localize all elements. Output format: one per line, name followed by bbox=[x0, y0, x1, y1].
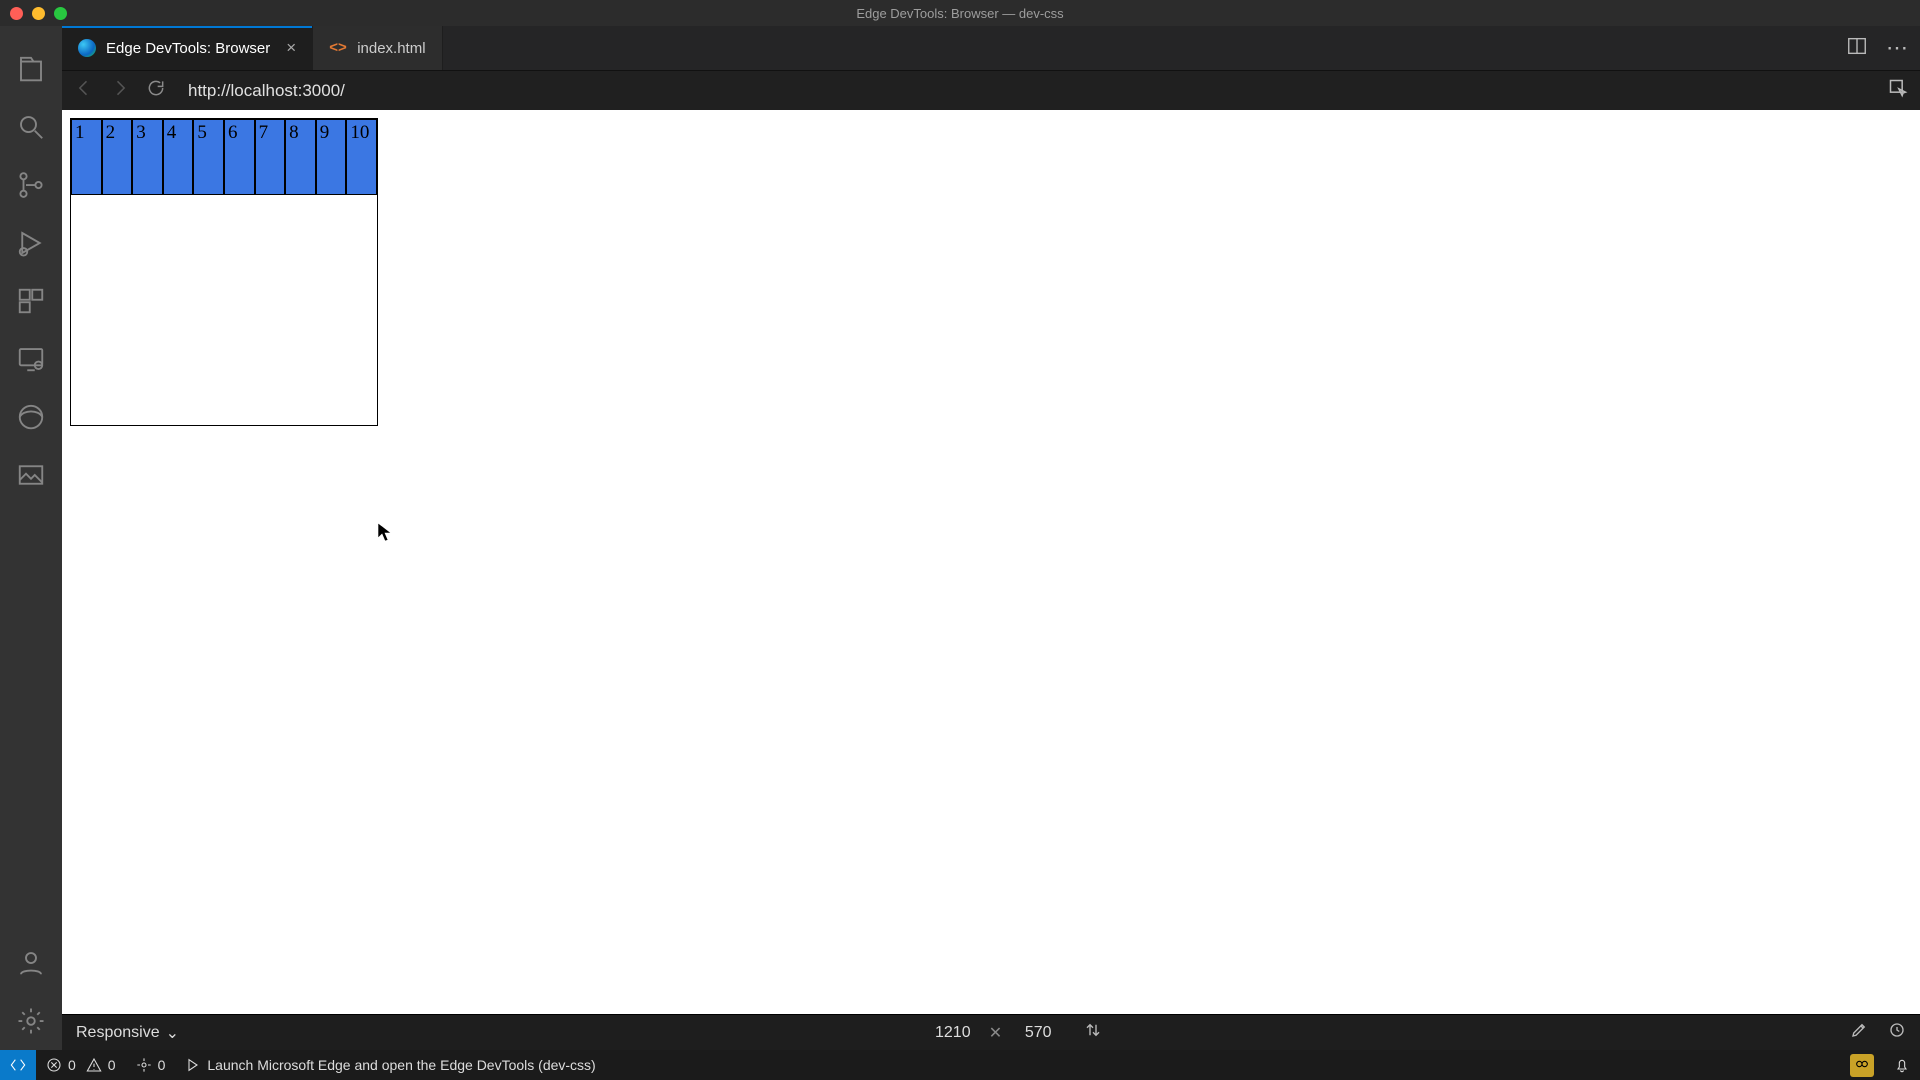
inspect-element-icon[interactable] bbox=[1888, 78, 1908, 103]
remote-explorer-icon[interactable] bbox=[14, 342, 48, 376]
viewport-dimensions: ✕ bbox=[927, 1021, 1102, 1044]
html-file-icon: <> bbox=[329, 39, 347, 57]
minimize-window-button[interactable] bbox=[32, 7, 45, 20]
grid-cell: 9 bbox=[316, 119, 347, 195]
launch-config-label: Launch Microsoft Edge and open the Edge … bbox=[207, 1057, 595, 1073]
extensions-icon[interactable] bbox=[14, 284, 48, 318]
ports-indicator[interactable]: 0 bbox=[126, 1057, 176, 1073]
outer-box: 1 2 3 4 5 6 7 8 9 10 bbox=[70, 118, 378, 426]
back-button[interactable] bbox=[74, 78, 94, 103]
explorer-icon[interactable] bbox=[14, 52, 48, 86]
notifications-bell-icon[interactable] bbox=[1884, 1057, 1920, 1073]
browser-viewport[interactable]: 1 2 3 4 5 6 7 8 9 10 bbox=[62, 110, 1920, 1014]
remote-indicator[interactable] bbox=[0, 1050, 36, 1080]
error-count: 0 bbox=[68, 1057, 76, 1073]
device-mode-label: Responsive bbox=[76, 1024, 160, 1042]
edit-css-icon[interactable] bbox=[1850, 1021, 1868, 1044]
mouse-cursor-icon bbox=[377, 522, 391, 542]
tab-label: index.html bbox=[357, 40, 425, 57]
search-icon[interactable] bbox=[14, 110, 48, 144]
screencast-refresh-icon[interactable] bbox=[1888, 1021, 1906, 1044]
problems-warnings[interactable]: 0 bbox=[86, 1057, 126, 1073]
grid-row: 1 2 3 4 5 6 7 8 9 10 bbox=[71, 119, 377, 195]
grid-cell: 7 bbox=[255, 119, 286, 195]
edge-tools-icon[interactable] bbox=[14, 400, 48, 434]
grid-cell: 10 bbox=[346, 119, 377, 195]
viewport-width-input[interactable] bbox=[927, 1024, 979, 1042]
warning-count: 0 bbox=[108, 1057, 116, 1073]
grid-cell: 4 bbox=[163, 119, 194, 195]
tab-index-html[interactable]: <> index.html bbox=[313, 26, 442, 70]
reload-button[interactable] bbox=[146, 78, 166, 103]
device-toolbar: Responsive ⌄ ✕ bbox=[62, 1014, 1920, 1050]
traffic-lights bbox=[0, 7, 67, 20]
grid-cell: 1 bbox=[71, 119, 102, 195]
close-window-button[interactable] bbox=[10, 7, 23, 20]
device-mode-dropdown[interactable]: Responsive ⌄ bbox=[76, 1023, 179, 1043]
grid-cell: 6 bbox=[224, 119, 255, 195]
editor-tabs: Edge DevTools: Browser × <> index.html ⋯ bbox=[62, 26, 1920, 70]
grid-cell: 5 bbox=[193, 119, 224, 195]
debug-launch-config[interactable]: Launch Microsoft Edge and open the Edge … bbox=[175, 1057, 605, 1073]
copilot-icon bbox=[1850, 1054, 1874, 1077]
tab-label: Edge DevTools: Browser bbox=[106, 40, 270, 57]
run-debug-icon[interactable] bbox=[14, 226, 48, 260]
edge-icon bbox=[78, 39, 96, 57]
source-control-icon[interactable] bbox=[14, 168, 48, 202]
browser-toolbar: http://localhost:3000/ bbox=[62, 70, 1920, 110]
more-actions-icon[interactable]: ⋯ bbox=[1886, 35, 1908, 61]
window-title: Edge DevTools: Browser — dev-css bbox=[856, 6, 1063, 21]
grid-cell: 3 bbox=[132, 119, 163, 195]
dimension-separator-icon: ✕ bbox=[989, 1023, 1002, 1043]
activity-bar bbox=[0, 26, 62, 1050]
copilot-status[interactable] bbox=[1840, 1054, 1884, 1077]
viewport-height-input[interactable] bbox=[1012, 1024, 1064, 1042]
image-preview-icon[interactable] bbox=[14, 458, 48, 492]
chevron-down-icon: ⌄ bbox=[166, 1023, 179, 1043]
settings-gear-icon[interactable] bbox=[14, 1004, 48, 1038]
split-editor-icon[interactable] bbox=[1846, 35, 1868, 62]
forward-button[interactable] bbox=[110, 78, 130, 103]
window-titlebar: Edge DevTools: Browser — dev-css bbox=[0, 0, 1920, 26]
status-bar: 0 0 0 Launch Microsoft Edge and open the… bbox=[0, 1050, 1920, 1080]
address-bar[interactable]: http://localhost:3000/ bbox=[182, 81, 1872, 101]
page-content: 1 2 3 4 5 6 7 8 9 10 bbox=[70, 118, 378, 426]
rotate-orientation-icon[interactable] bbox=[1084, 1021, 1102, 1044]
accounts-icon[interactable] bbox=[14, 946, 48, 980]
ports-count: 0 bbox=[158, 1057, 166, 1073]
problems-errors[interactable]: 0 bbox=[36, 1057, 86, 1073]
grid-cell: 8 bbox=[285, 119, 316, 195]
grid-cell: 2 bbox=[102, 119, 133, 195]
zoom-window-button[interactable] bbox=[54, 7, 67, 20]
close-tab-icon[interactable]: × bbox=[286, 38, 296, 58]
tab-edge-devtools-browser[interactable]: Edge DevTools: Browser × bbox=[62, 26, 313, 70]
